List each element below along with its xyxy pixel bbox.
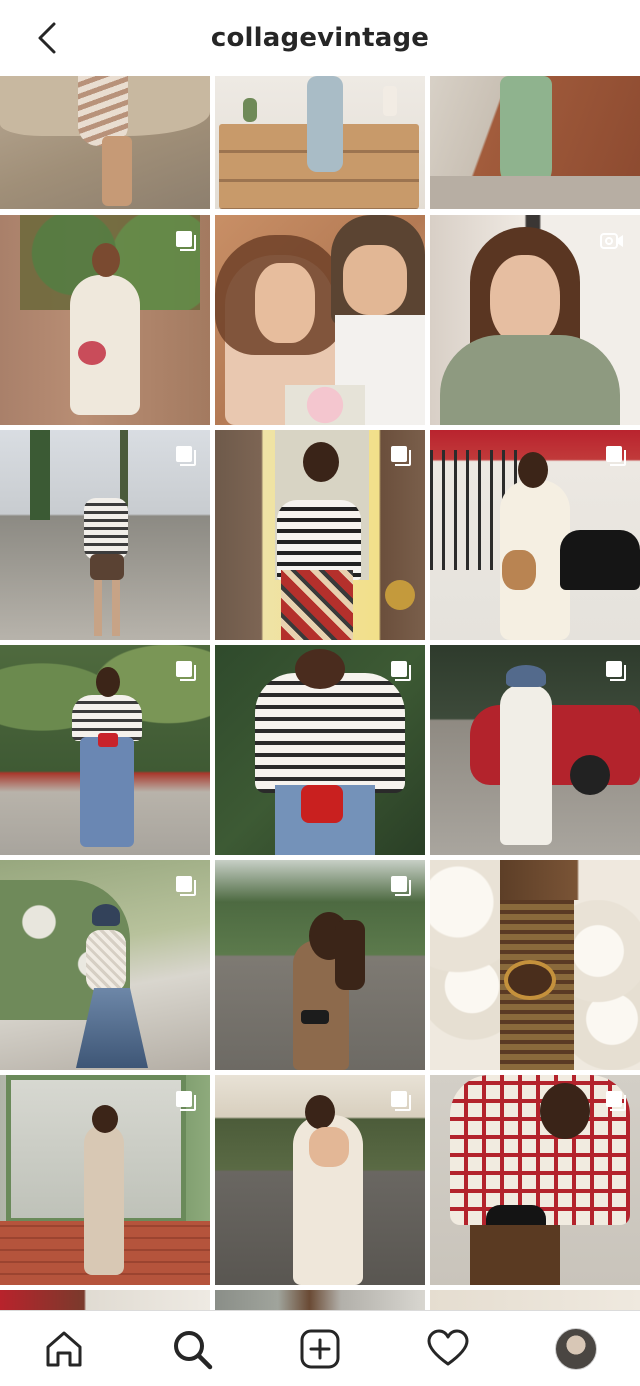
profile-username-title: collagevintage [210,23,430,53]
posts-grid [0,76,640,1310]
post-thumbnail[interactable] [430,215,640,425]
post-thumbnail[interactable] [0,860,210,1070]
post-thumbnail[interactable] [0,215,210,425]
back-button[interactable] [26,14,70,62]
chevron-left-icon [38,22,56,54]
carousel-icon [176,446,196,466]
carousel-icon [176,1091,196,1111]
nav-search[interactable] [162,1319,222,1379]
post-thumbnail[interactable] [430,860,640,1070]
carousel-icon [391,446,411,466]
carousel-icon [606,1091,626,1111]
post-thumbnail[interactable] [215,430,425,640]
carousel-icon [176,876,196,896]
carousel-icon [606,446,626,466]
carousel-icon [176,231,196,251]
carousel-icon [176,661,196,681]
post-thumbnail[interactable] [215,1290,425,1310]
home-icon [46,1331,82,1366]
video-icon [600,233,623,249]
add-post-icon [300,1329,340,1368]
carousel-icon [391,1091,411,1111]
post-thumbnail[interactable] [215,645,425,855]
top-bar: collagevintage [0,0,640,76]
nav-profile[interactable] [546,1319,606,1379]
post-thumbnail[interactable] [215,1075,425,1285]
bottom-navigation [0,1310,640,1386]
post-thumbnail[interactable] [215,215,425,425]
carousel-icon [606,661,626,681]
post-thumbnail[interactable] [0,76,210,209]
post-thumbnail[interactable] [0,430,210,640]
nav-activity[interactable] [418,1319,478,1379]
post-thumbnail[interactable] [430,1075,640,1285]
carousel-icon [391,661,411,681]
post-thumbnail[interactable] [430,1290,640,1310]
post-thumbnail[interactable] [430,645,640,855]
search-icon [174,1330,213,1369]
post-thumbnail[interactable] [430,76,640,209]
post-thumbnail[interactable] [0,645,210,855]
post-thumbnail[interactable] [0,1290,210,1310]
post-thumbnail[interactable] [430,430,640,640]
heart-icon [427,1329,469,1365]
carousel-icon [391,876,411,896]
post-thumbnail[interactable] [215,860,425,1070]
nav-home[interactable] [34,1319,94,1379]
post-thumbnail[interactable] [215,76,425,209]
nav-new-post[interactable] [290,1319,350,1379]
profile-avatar [555,1327,597,1370]
post-thumbnail[interactable] [0,1075,210,1285]
